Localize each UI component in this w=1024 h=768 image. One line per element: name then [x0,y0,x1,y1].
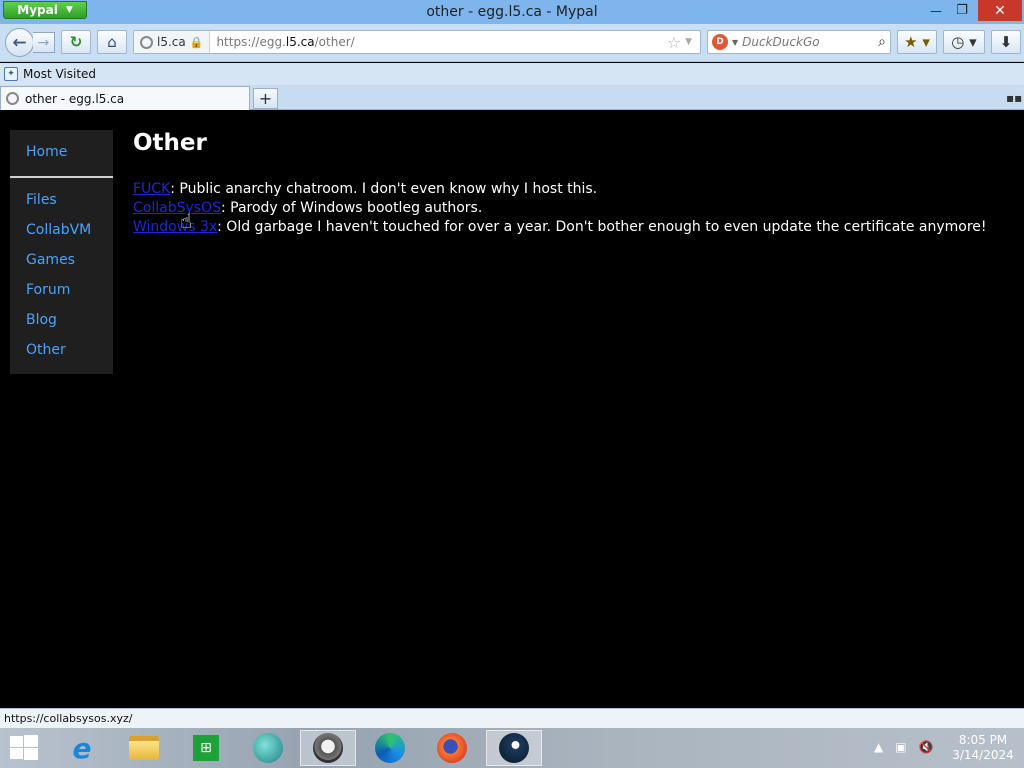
forward-button[interactable]: → [33,32,55,53]
taskbar-firefox[interactable] [424,730,480,766]
search-input[interactable]: DuckDuckGo [742,35,878,49]
site-identity-label: l5.ca [157,35,186,49]
taskbar: e ⊞ ▲ ▣ 🔇 8:05 PM 3/14/2024 [0,728,1024,768]
plus-icon: + [258,89,273,108]
search-icon[interactable]: ⌕ [878,34,886,50]
clock-icon: ◷ ▾ [951,33,977,51]
sidebar-item-games[interactable]: Games [26,252,75,268]
clock-time: 8:05 PM [958,733,1008,747]
url-domain: l5.ca [285,35,315,49]
store-icon: ⊞ [193,735,219,761]
history-button[interactable]: ◷ ▾ [943,30,985,54]
site-identity-button[interactable]: l5.ca 🔒 [134,31,211,53]
tab-strip: other - egg.l5.ca + ▪▪ [0,85,1024,110]
arrow-left-icon: ← [12,32,27,53]
url-path: /other/ [314,35,355,49]
entry-description: : Parody of Windows bootleg authors. [220,200,483,216]
edge-icon [375,733,405,763]
hand-cursor-icon: ☝ [180,209,193,233]
restore-button[interactable]: ❐ [948,0,976,21]
home-icon: ⌂ [107,33,117,51]
reload-button[interactable]: ↻ [61,30,91,54]
clock-date: 3/14/2024 [952,748,1014,762]
taskbar-file-explorer[interactable] [116,730,172,766]
taskbar-internet-explorer[interactable]: e [54,730,110,766]
back-button[interactable]: ← [5,28,34,57]
window-title: other - egg.l5.ca - Mypal [426,4,598,20]
show-hidden-icons-icon[interactable]: ▲ [874,740,883,754]
home-button[interactable]: ⌂ [97,30,127,54]
chat-bubble-icon [253,733,283,763]
taskbar-mypal[interactable] [300,730,356,766]
duckduckgo-icon[interactable]: D [712,34,728,50]
folder-icon [129,736,159,760]
taskbar-app-chat[interactable] [240,730,296,766]
url-prefix: https://egg. [216,35,286,49]
download-arrow-icon: ⬇ [999,33,1013,51]
internet-explorer-icon: e [72,731,92,765]
page-title: Other [133,130,207,156]
entries-list: FUCK: Public anarchy chatroom. I don't e… [133,180,987,237]
taskbar-edge[interactable] [362,730,418,766]
list-item: CollabSysOS: Parody of Windows bootleg a… [133,199,987,218]
globe-icon [140,35,153,49]
lock-icon: 🔒 [189,35,204,49]
steam-icon [499,733,529,763]
windows-logo-icon [10,736,23,747]
entry-link-fuck[interactable]: FUCK [133,181,170,197]
entry-description: : Old garbage I haven't touched for over… [217,219,987,235]
volume-muted-icon[interactable]: 🔇 [919,740,934,754]
arrow-right-icon: → [37,34,50,51]
window-titlebar: Mypal ▼ other - egg.l5.ca - Mypal — ❐ ✕ [0,0,1024,24]
entry-description: : Public anarchy chatroom. I don't even … [170,181,598,197]
bookmarks-menu-button[interactable]: ★ ▾ [897,30,937,54]
sidebar-item-forum[interactable]: Forum [26,282,70,298]
taskbar-clock[interactable]: 8:05 PM 3/14/2024 [950,733,1016,763]
sidebar-item-other[interactable]: Other [26,342,66,358]
sidebar-divider [10,176,113,178]
new-tab-button[interactable]: + [253,88,278,109]
raccoon-icon [313,733,343,763]
status-bar: https://collabsysos.xyz/ [0,708,1024,728]
list-item: Windows 3x: Old garbage I haven't touche… [133,218,987,237]
search-bar[interactable]: D ▼ DuckDuckGo ⌕ [707,30,891,54]
most-visited-icon: ✦ [4,67,18,81]
start-button[interactable] [10,735,38,761]
bookmark-star-icon[interactable]: ☆ [667,33,681,52]
history-dropdown-icon[interactable]: ▼ [685,37,692,47]
close-button[interactable]: ✕ [978,0,1022,21]
entry-link-collabsysos[interactable]: CollabSysOS [133,200,221,216]
sidebar-item-collabvm[interactable]: CollabVM [26,222,91,238]
bookmarks-icon: ★ ▾ [904,33,930,51]
bookmarks-toolbar: ✦ Most Visited [0,63,1024,85]
most-visited-bookmark[interactable]: Most Visited [23,67,96,81]
site-sidebar: Home Files CollabVM Games Forum Blog Oth… [10,130,113,374]
reload-icon: ↻ [69,33,83,51]
url-text[interactable]: https://egg.l5.ca/other/ [210,35,666,49]
firefox-icon [437,733,467,763]
list-item: FUCK: Public anarchy chatroom. I don't e… [133,180,987,199]
sidebar-item-files[interactable]: Files [26,192,57,208]
taskbar-store[interactable]: ⊞ [178,730,234,766]
sidebar-item-home[interactable]: Home [26,144,67,160]
entry-link-windows[interactable]: Windows 3x [133,219,217,235]
taskbar-steam[interactable] [486,730,542,766]
system-tray: ▲ ▣ 🔇 [874,740,934,754]
tab-active[interactable]: other - egg.l5.ca [0,86,250,110]
globe-icon [6,92,19,105]
sidebar-item-blog[interactable]: Blog [26,312,57,328]
navigation-toolbar: ← → ↻ ⌂ l5.ca 🔒 https://egg.l5.ca/other/… [0,24,1024,62]
tab-title: other - egg.l5.ca [25,91,125,106]
list-all-tabs-icon[interactable]: ▪▪ [1006,91,1022,105]
downloads-button[interactable]: ⬇ [991,30,1021,54]
network-icon[interactable]: ▣ [895,740,906,754]
url-bar[interactable]: l5.ca 🔒 https://egg.l5.ca/other/ ☆ ▼ [133,30,701,54]
page-content: Home Files CollabVM Games Forum Blog Oth… [0,110,1024,708]
chevron-down-icon[interactable]: ▼ [732,38,738,47]
